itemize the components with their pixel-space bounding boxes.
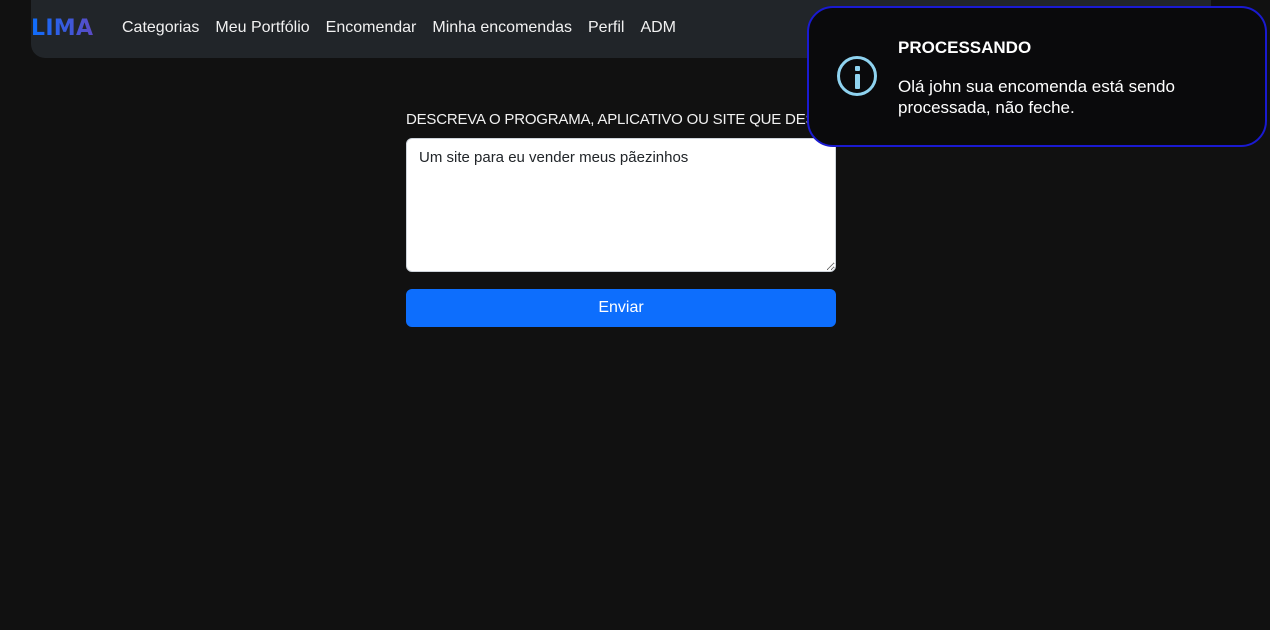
processing-toast[interactable]: PROCESSANDO Olá john sua encomenda está … [807, 6, 1267, 147]
nav-link-minha-encomendas[interactable]: Minha encomendas [424, 17, 580, 39]
nav-link-meu-portfolio[interactable]: Meu Portfólio [207, 17, 317, 39]
nav-link-perfil[interactable]: Perfil [580, 17, 632, 39]
submit-button[interactable]: Enviar [406, 289, 836, 327]
nav-link-adm[interactable]: ADM [632, 17, 684, 39]
description-label: DESCREVA O PROGRAMA, APLICATIVO OU SITE … [406, 111, 816, 128]
order-form: DESCREVA O PROGRAMA, APLICATIVO OU SITE … [406, 110, 836, 327]
nav-links: Categorias Meu Portfólio Encomendar Minh… [114, 17, 684, 39]
toast-message: Olá john sua encomenda está sendo proces… [898, 77, 1175, 117]
toast-title: PROCESSANDO [898, 38, 1032, 57]
nav-link-encomendar[interactable]: Encomendar [318, 17, 425, 39]
brand-logo[interactable]: LIMA [31, 16, 93, 42]
description-textarea[interactable]: Um site para eu vender meus pãezinhos [406, 138, 836, 272]
nav-link-categorias[interactable]: Categorias [114, 17, 207, 39]
info-icon [837, 56, 877, 96]
